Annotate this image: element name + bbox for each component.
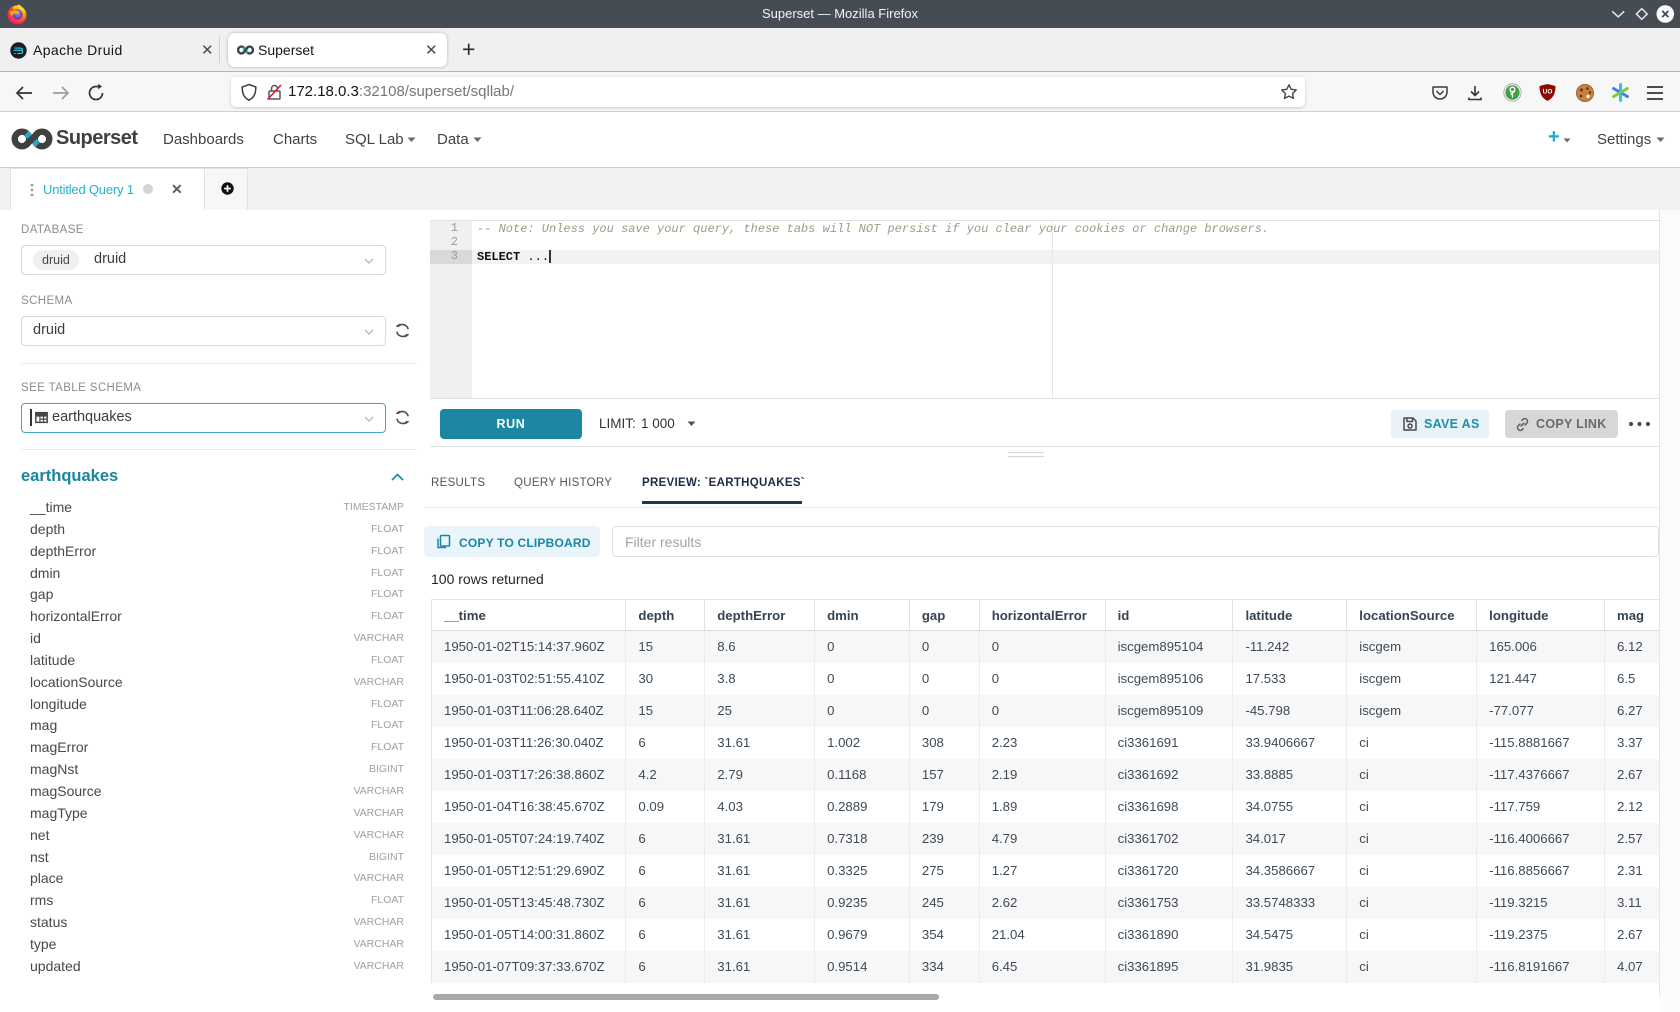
svg-text:UO: UO [1543, 89, 1553, 96]
